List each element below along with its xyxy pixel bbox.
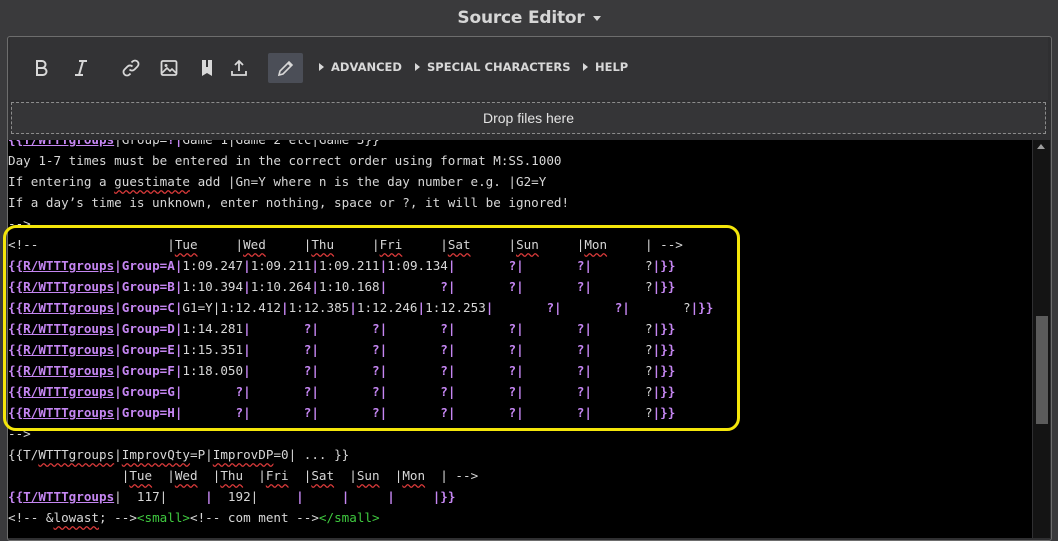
editor-line: If entering a guestimate add |Gn=Y where… [8, 174, 547, 189]
highlight-box [3, 225, 740, 431]
image-button[interactable] [154, 53, 184, 83]
editor-line: {{T/WTTTgroups|Group=?|Game 1|Game 2 etc… [8, 140, 380, 150]
editor-line: {{T/WTTTgroups|ImprovQty=P|ImprovDP=0| .… [8, 447, 350, 462]
toolbar: ADVANCED SPECIAL CHARACTERS HELP [10, 37, 1048, 100]
chevron-down-icon[interactable] [592, 15, 601, 21]
upload-button[interactable] [224, 53, 254, 83]
editor-line: <!-- &lowast; --><small><!-- com ment --… [8, 510, 380, 525]
special-characters-menu-label: SPECIAL CHARACTERS [427, 60, 571, 74]
editor-line: If a day’s time is unknown, enter nothin… [8, 195, 570, 210]
bookmark-button[interactable] [192, 53, 222, 83]
editor-line: |Tue |Wed |Thu |Fri |Sat |Sun |Mon | --> [8, 468, 479, 483]
page-title[interactable]: Source Editor [457, 8, 584, 28]
editor-title-bar: Source Editor [0, 0, 1058, 36]
editor-line: {{T/WTTTgroups| 117| | 192| | | | |}} [8, 489, 456, 504]
edit-source-button[interactable] [268, 53, 303, 83]
editor-line: Day 1-7 times must be entered in the cor… [8, 153, 562, 168]
italic-button[interactable] [66, 53, 96, 83]
upload-icon [231, 59, 247, 76]
bold-button[interactable] [26, 53, 56, 83]
scrollbar-thumb[interactable] [1036, 316, 1048, 424]
link-icon [122, 59, 140, 77]
special-characters-menu[interactable]: SPECIAL CHARACTERS [415, 60, 571, 74]
pencil-icon [277, 60, 293, 77]
caret-right-icon [319, 63, 324, 71]
bookmark-icon [202, 60, 212, 76]
caret-right-icon [415, 63, 420, 71]
caret-right-icon [583, 63, 588, 71]
scroll-up-icon[interactable] [1037, 144, 1045, 149]
help-menu-label: HELP [595, 60, 629, 74]
link-button[interactable] [116, 53, 146, 83]
file-drop-zone[interactable]: Drop files here [11, 102, 1046, 134]
image-icon [160, 60, 178, 76]
drop-zone-label: Drop files here [482, 110, 575, 126]
advanced-menu[interactable]: ADVANCED [319, 60, 402, 74]
bold-icon [36, 60, 48, 76]
italic-icon [75, 60, 87, 76]
help-menu[interactable]: HELP [583, 60, 628, 74]
advanced-menu-label: ADVANCED [331, 60, 402, 74]
